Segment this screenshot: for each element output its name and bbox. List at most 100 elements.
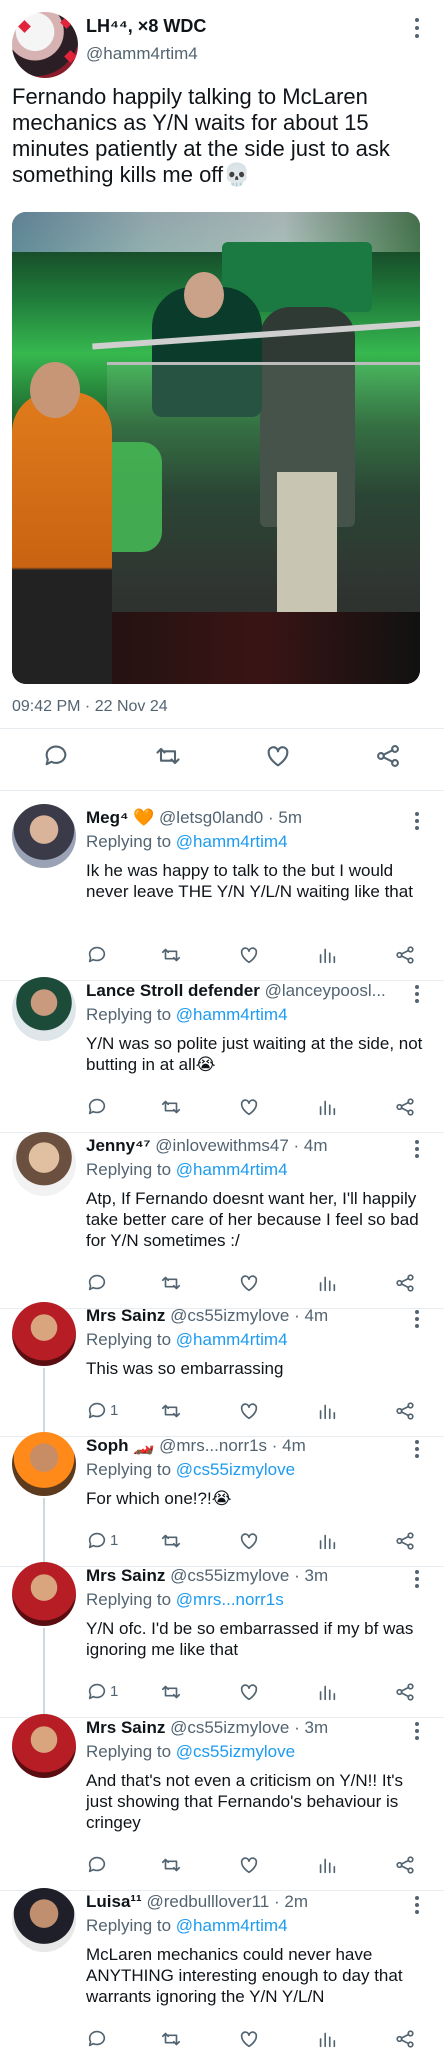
reply-icon[interactable] [86, 1530, 108, 1552]
reply-actions [80, 1854, 430, 1878]
avatar[interactable] [12, 1888, 76, 1952]
reply-text: Y/N ofc. I'd be so embarrassed if my bf … [86, 1619, 414, 1659]
stats-icon[interactable] [316, 1096, 338, 1118]
reply-icon[interactable] [86, 1400, 108, 1422]
reply-text: Atp, If Fernando doesnt want her, I'll h… [86, 1189, 419, 1250]
handle[interactable]: @hamm4rtim4 [86, 44, 198, 64]
replying-to-handle[interactable]: @hamm4rtim4 [176, 1916, 288, 1935]
replying-to-handle[interactable]: @hamm4rtim4 [176, 1330, 288, 1349]
avatar[interactable] [12, 804, 76, 868]
reply-icon[interactable] [86, 1854, 108, 1876]
display-name[interactable]: Soph 🏎️ [86, 1436, 154, 1455]
more-options-icon[interactable] [414, 985, 420, 1006]
display-name[interactable]: Luisa¹¹ [86, 1892, 142, 1911]
display-name[interactable]: Lance Stroll defender [86, 981, 260, 1000]
replying-to-handle[interactable]: @cs55izmylove [176, 1742, 295, 1761]
avatar[interactable] [12, 12, 78, 78]
handle[interactable]: @cs55izmylove · 3m [170, 1566, 328, 1585]
reply-actions [80, 1272, 430, 1296]
replying-to: Replying to @hamm4rtim4 [86, 832, 288, 852]
more-options-icon[interactable] [414, 1722, 420, 1743]
main-tweet: LH⁴⁴, ×8 WDC @hamm4rtim4 Fernando happil… [0, 0, 444, 791]
replying-label: Replying to [86, 1916, 172, 1935]
more-options-icon[interactable] [414, 1140, 420, 1161]
replying-to-handle[interactable]: @cs55izmylove [176, 1460, 295, 1479]
stats-icon[interactable] [316, 2028, 338, 2048]
share-icon[interactable] [394, 1272, 416, 1294]
avatar[interactable] [12, 1132, 76, 1196]
replying-to: Replying to @hamm4rtim4 [86, 1330, 288, 1350]
handle[interactable]: @inlovewithms47 · 4m [155, 1136, 327, 1155]
timestamp[interactable]: 09:42 PM · 22 Nov 24 [12, 698, 168, 716]
like-icon[interactable] [238, 2028, 260, 2048]
like-icon[interactable] [238, 944, 260, 966]
display-name[interactable]: Mrs Sainz [86, 1306, 165, 1325]
more-options-icon[interactable] [414, 812, 420, 833]
share-icon[interactable] [394, 2028, 416, 2048]
like-icon[interactable] [238, 1854, 260, 1876]
handle[interactable]: @lanceypoosl... [265, 981, 386, 1000]
display-name[interactable]: LH⁴⁴, ×8 WDC [86, 16, 206, 37]
avatar[interactable] [12, 1302, 76, 1366]
replying-to-handle[interactable]: @hamm4rtim4 [176, 832, 288, 851]
share-icon[interactable] [374, 742, 402, 770]
display-name[interactable]: Meg⁴ 🧡 [86, 808, 154, 827]
retweet-icon[interactable] [160, 1530, 182, 1552]
retweet-icon[interactable] [160, 1272, 182, 1294]
display-name[interactable]: Mrs Sainz [86, 1566, 165, 1585]
handle[interactable]: @cs55izmylove · 3m [170, 1718, 328, 1737]
retweet-icon[interactable] [154, 742, 182, 770]
share-icon[interactable] [394, 1400, 416, 1422]
avatar[interactable] [12, 1714, 76, 1778]
reply-icon[interactable] [86, 1096, 108, 1118]
retweet-icon[interactable] [160, 1400, 182, 1422]
display-name[interactable]: Jenny⁴⁷ [86, 1136, 151, 1155]
share-icon[interactable] [394, 1530, 416, 1552]
retweet-icon[interactable] [160, 1854, 182, 1876]
tweet-text: Fernando happily talking to McLaren mech… [12, 84, 390, 187]
like-icon[interactable] [238, 1530, 260, 1552]
like-icon[interactable] [238, 1681, 260, 1703]
like-icon[interactable] [238, 1400, 260, 1422]
display-name[interactable]: Mrs Sainz [86, 1718, 165, 1737]
reply-icon[interactable] [42, 742, 70, 770]
avatar[interactable] [12, 1562, 76, 1626]
like-icon[interactable] [238, 1096, 260, 1118]
share-icon[interactable] [394, 1096, 416, 1118]
retweet-icon[interactable] [160, 2028, 182, 2048]
reply-icon[interactable] [86, 944, 108, 966]
stats-icon[interactable] [316, 1854, 338, 1876]
more-options-icon[interactable] [414, 1440, 420, 1461]
retweet-icon[interactable] [160, 1681, 182, 1703]
reply-icon[interactable] [86, 1272, 108, 1294]
stats-icon[interactable] [316, 1272, 338, 1294]
stats-icon[interactable] [316, 1681, 338, 1703]
avatar[interactable] [12, 1432, 76, 1496]
handle[interactable]: @cs55izmylove · 4m [170, 1306, 328, 1325]
retweet-icon[interactable] [160, 944, 182, 966]
handle[interactable]: @letsg0land0 · 5m [159, 808, 302, 827]
share-icon[interactable] [394, 1854, 416, 1876]
stats-icon[interactable] [316, 944, 338, 966]
handle[interactable]: @redbulllover11 · 2m [146, 1892, 308, 1911]
more-options-icon[interactable] [414, 1896, 420, 1917]
replying-to-handle[interactable]: @mrs...norr1s [176, 1590, 284, 1609]
stats-icon[interactable] [316, 1530, 338, 1552]
handle[interactable]: @mrs...norr1s · 4m [159, 1436, 306, 1455]
reply-icon[interactable] [86, 1681, 108, 1703]
reply-icon[interactable] [86, 2028, 108, 2048]
tweet-photo[interactable] [12, 212, 420, 684]
share-icon[interactable] [394, 944, 416, 966]
replying-to-handle[interactable]: @hamm4rtim4 [176, 1005, 288, 1024]
retweet-icon[interactable] [160, 1096, 182, 1118]
more-options-icon[interactable] [414, 1570, 420, 1591]
more-options-icon[interactable] [410, 18, 424, 42]
avatar[interactable] [12, 977, 76, 1041]
replying-to-handle[interactable]: @hamm4rtim4 [176, 1160, 288, 1179]
stats-icon[interactable] [316, 1400, 338, 1422]
like-icon[interactable] [264, 742, 292, 770]
share-icon[interactable] [394, 1681, 416, 1703]
reply-actions [80, 944, 430, 968]
like-icon[interactable] [238, 1272, 260, 1294]
more-options-icon[interactable] [414, 1310, 420, 1331]
